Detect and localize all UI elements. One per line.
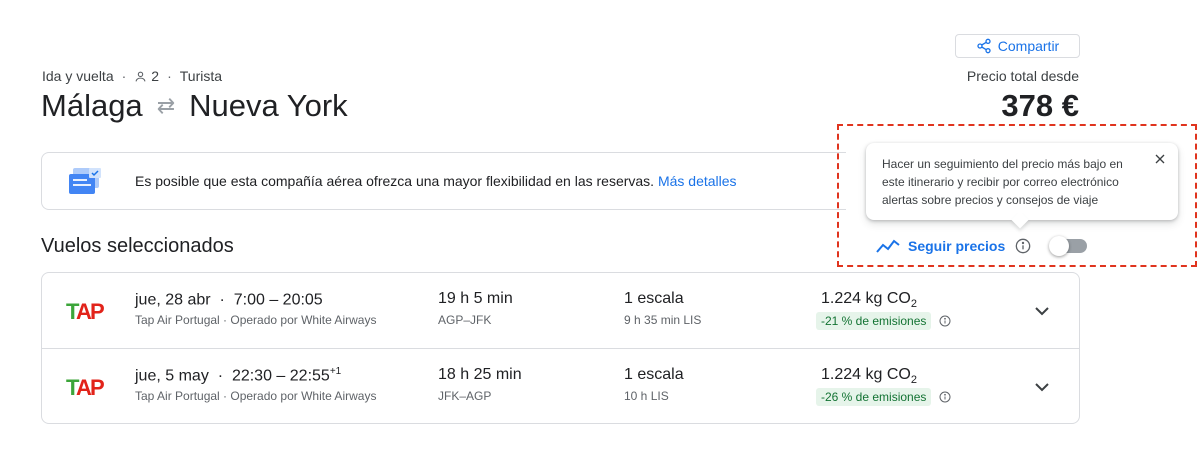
close-icon[interactable] [1152, 151, 1168, 167]
emissions-info: -26 % de emisiones [816, 388, 951, 406]
flight-row-return[interactable]: T A P jue, 5 may · 22:30 – 22:55+1 Tap A… [42, 348, 1079, 423]
emissions-badge: -26 % de emisiones [816, 388, 932, 406]
flight-times: jue, 28 abr · 7:00 – 20:05 [135, 290, 323, 309]
total-price: 378 € [1001, 88, 1079, 123]
flight-route: AGP–JFK [438, 313, 492, 327]
banner-text: Es posible que esta compañía aérea ofrez… [135, 173, 655, 189]
flexibility-banner: Es posible que esta compañía aérea ofrez… [41, 152, 846, 210]
co2-amount: 1.224 kg CO2 [821, 366, 917, 386]
flight-stops: 1 escala [624, 366, 684, 383]
emissions-badge: -21 % de emisiones [816, 312, 932, 330]
info-icon[interactable] [939, 315, 951, 327]
selected-flights-title: Vuelos seleccionados [41, 235, 234, 257]
day-offset: +1 [329, 366, 342, 377]
emissions-info: -21 % de emisiones [816, 312, 951, 330]
destination-city: Nueva York [189, 88, 348, 123]
flight-row-outbound[interactable]: T A P jue, 28 abr · 7:00 – 20:05 Tap Air… [42, 273, 1079, 348]
co2-value: 1.224 kg CO [821, 366, 911, 383]
flight-date: jue, 5 may [135, 367, 209, 385]
info-icon[interactable] [1015, 238, 1031, 254]
trending-icon [876, 239, 900, 253]
flight-duration: 18 h 25 min [438, 366, 522, 383]
route-title: Málaga ⇄ Nueva York [41, 88, 348, 124]
flight-stops: 1 escala [624, 290, 684, 307]
banner-text-wrap: Es posible que esta compañía aérea ofrez… [135, 173, 737, 189]
person-icon [135, 71, 146, 81]
track-prices-toggle[interactable] [1049, 236, 1088, 256]
flight-time-range: 22:30 – 22:55 [231, 367, 330, 385]
flight-layover: 9 h 35 min LIS [624, 313, 702, 327]
track-prices-control: Seguir precios [876, 236, 1088, 256]
passenger-number: 2 [151, 68, 160, 84]
flight-time-range: 7:00 – 20:05 [233, 291, 323, 309]
share-label: Compartir [997, 38, 1060, 54]
price-label: Precio total desde [966, 68, 1079, 84]
flight-layover: 10 h LIS [624, 389, 669, 403]
price-tracking-tooltip: Hacer un seguimiento del precio más bajo… [866, 143, 1178, 220]
airline-info: Tap Air Portugal · Operado por White Air… [135, 389, 377, 403]
more-details-link[interactable]: Más detalles [658, 173, 737, 189]
co2-subscript: 2 [910, 298, 917, 311]
tooltip-text: Hacer un seguimiento del precio más bajo… [882, 157, 1123, 207]
co2-value: 1.224 kg CO [821, 290, 911, 307]
share-icon [977, 38, 991, 54]
origin-city: Málaga [41, 88, 143, 123]
chevron-down-icon[interactable] [1030, 375, 1054, 399]
toggle-knob [1049, 236, 1070, 256]
cabin-class: Turista [179, 68, 223, 84]
trip-meta: Ida y vuelta · 2 · Turista [42, 68, 222, 84]
chevron-down-icon[interactable] [1030, 299, 1054, 323]
co2-amount: 1.224 kg CO2 [821, 290, 917, 310]
tap-logo: T A P [66, 299, 105, 324]
swap-arrows-icon: ⇄ [156, 93, 176, 118]
flight-date: jue, 28 abr [135, 291, 211, 309]
share-button[interactable]: Compartir [955, 34, 1080, 58]
passenger-count: 2 [134, 68, 159, 84]
info-icon[interactable] [939, 391, 951, 403]
airline-info: Tap Air Portugal · Operado por White Air… [135, 313, 377, 327]
svg-text:P: P [90, 299, 105, 324]
flexible-booking-icon [69, 168, 101, 194]
trip-type: Ida y vuelta [42, 68, 114, 84]
separator-dot: · [215, 291, 230, 309]
flight-list: T A P jue, 28 abr · 7:00 – 20:05 Tap Air… [41, 272, 1080, 424]
separator-dot: · [121, 68, 127, 84]
tap-logo: T A P [66, 375, 105, 400]
separator-dot: · [213, 367, 228, 385]
track-prices-label[interactable]: Seguir precios [908, 238, 1005, 254]
flight-times: jue, 5 may · 22:30 – 22:55+1 [135, 366, 341, 385]
flight-duration: 19 h 5 min [438, 290, 513, 307]
separator-dot: · [167, 68, 172, 84]
co2-subscript: 2 [910, 374, 917, 387]
svg-text:P: P [90, 375, 105, 400]
flight-route: JFK–AGP [438, 389, 492, 403]
